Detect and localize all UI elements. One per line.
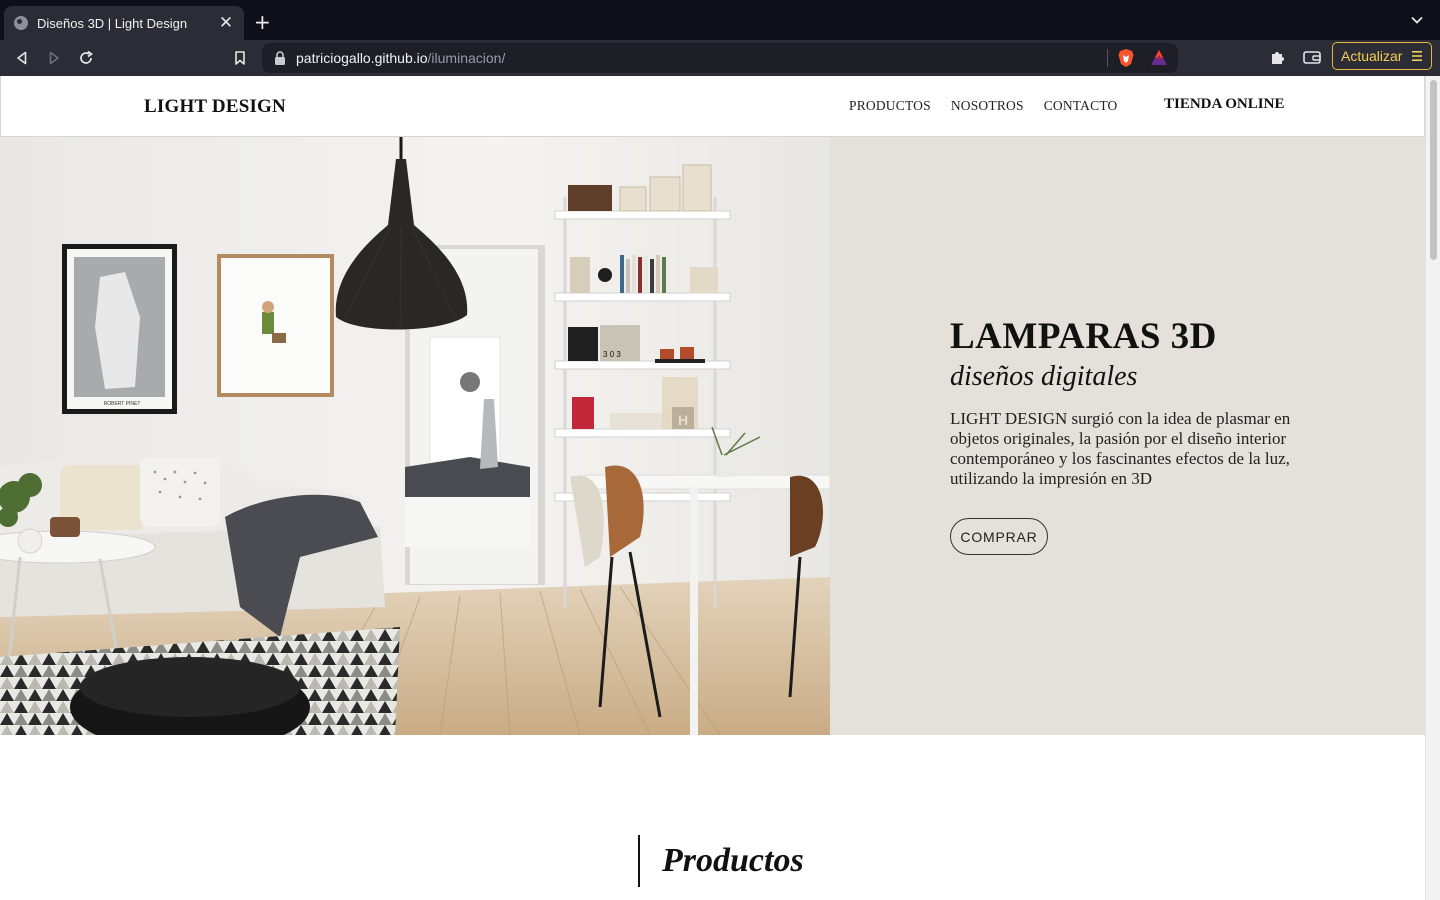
site-logo[interactable]: LIGHT DESIGN: [144, 96, 286, 118]
web-page: LIGHT DESIGN PRODUCTOS NOSOTROS CONTACTO…: [0, 76, 1425, 900]
brave-shield-icon[interactable]: [1117, 48, 1135, 68]
address-bar[interactable]: patriciogallo.github.io/iluminacion/: [262, 43, 1178, 73]
bookmark-icon[interactable]: [230, 48, 250, 68]
lock-icon: [275, 51, 285, 65]
plus-icon[interactable]: +: [254, 11, 271, 33]
hero-title-main: LAMPARAS: [950, 316, 1171, 357]
products-title: Productos: [662, 842, 804, 879]
hero-text-panel: LAMPARAS 3D diseños digitales LIGHT DESI…: [830, 137, 1425, 735]
chevron-down-icon[interactable]: [1410, 13, 1424, 27]
menu-icon: [1412, 51, 1422, 61]
url-path: /iluminacion/: [427, 50, 506, 66]
shelf-calendar-text: 3 0 3: [603, 350, 621, 359]
hero-title-bold: 3D: [1170, 316, 1217, 357]
site-header: LIGHT DESIGN PRODUCTOS NOSOTROS CONTACTO…: [0, 76, 1425, 137]
nav-link-nosotros[interactable]: NOSOTROS: [951, 98, 1024, 114]
nav-link-contacto[interactable]: CONTACTO: [1044, 98, 1118, 114]
globe-icon: [14, 16, 28, 30]
browser-toolbar: patriciogallo.github.io/iluminacion/ Act…: [0, 40, 1440, 76]
comprar-button[interactable]: COMPRAR: [950, 518, 1048, 555]
page-scrollbar[interactable]: [1425, 76, 1440, 900]
hero-section: ROBERT PINET 3 0 3 LAMPARAS 3D diseños d…: [0, 137, 1425, 735]
hero-interior-photo: ROBERT PINET 3 0 3: [0, 137, 830, 735]
extensions-icon[interactable]: [1269, 48, 1287, 66]
update-label: Actualizar: [1341, 48, 1403, 64]
url-host: patriciogallo.github.io: [296, 50, 428, 66]
hero-subtitle: diseños digitales: [950, 361, 1138, 392]
nav-link-productos[interactable]: PRODUCTOS: [849, 98, 931, 114]
wallet-icon[interactable]: [1302, 48, 1322, 66]
browser-tab-bar: Diseños 3D | Light Design ✕ +: [0, 0, 1440, 40]
browser-tab[interactable]: Diseños 3D | Light Design ✕: [4, 6, 244, 40]
hero-title: LAMPARAS 3D: [950, 315, 1217, 358]
close-icon[interactable]: ✕: [218, 14, 234, 31]
poster-caption: ROBERT PINET: [104, 401, 141, 407]
products-heading: Productos: [638, 835, 804, 887]
url-divider: [1107, 49, 1108, 67]
update-button[interactable]: Actualizar: [1332, 42, 1432, 70]
reload-icon[interactable]: [76, 48, 96, 68]
scrollbar-thumb[interactable]: [1430, 80, 1437, 260]
forward-icon[interactable]: [44, 48, 64, 68]
tab-title: Diseños 3D | Light Design: [37, 15, 188, 31]
bat-rewards-icon[interactable]: [1150, 49, 1168, 66]
nav-link-tienda-online[interactable]: TIENDA ONLINE: [1164, 96, 1284, 113]
back-icon[interactable]: [12, 48, 32, 68]
hero-description: LIGHT DESIGN surgió con la idea de plasm…: [950, 409, 1291, 488]
living-room-illustration: ROBERT PINET 3 0 3: [0, 137, 830, 735]
main-nav: PRODUCTOS NOSOTROS CONTACTO: [849, 98, 1117, 114]
